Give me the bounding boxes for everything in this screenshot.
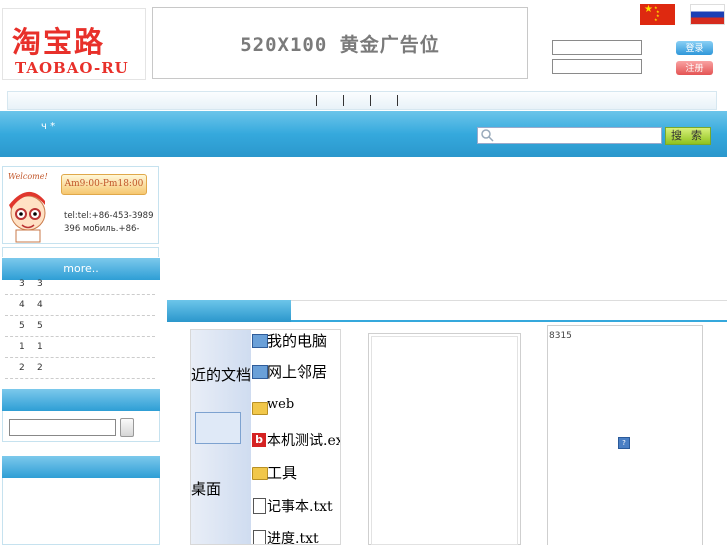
nav-separator: [343, 95, 344, 106]
computer-icon: [252, 334, 268, 348]
content-frame-right: [547, 325, 703, 545]
explorer-left-label: 桌面: [191, 480, 222, 498]
logo-english-text: TAOBAO-RU: [15, 59, 129, 77]
explorer-item: web: [267, 397, 295, 412]
section-tab[interactable]: [167, 300, 291, 322]
list-item[interactable]: 33: [5, 273, 155, 295]
counter-text: 8315: [549, 331, 572, 341]
broken-image-icon: ?: [618, 437, 630, 449]
explorer-item: 本机测试.exe: [267, 433, 340, 449]
china-flag-icon[interactable]: ★ ★ ★ ★ ★: [640, 4, 675, 25]
folder-icon: [252, 402, 268, 415]
list-item[interactable]: 44: [5, 294, 155, 316]
main-nav-label[interactable]: ч *: [41, 121, 55, 132]
welcome-label: Welcome!: [8, 172, 48, 181]
username-input[interactable]: [552, 40, 642, 55]
russia-flag-icon[interactable]: [690, 4, 725, 25]
list-item[interactable]: 22: [5, 357, 155, 379]
text-file-icon: [253, 530, 266, 544]
sidebar-search-input[interactable]: [9, 419, 116, 436]
login-button[interactable]: 登录: [676, 41, 713, 55]
password-input[interactable]: [552, 59, 642, 74]
explorer-item: 进度.txt: [267, 531, 319, 545]
site-logo[interactable]: 淘宝路 TAOBAO-RU: [2, 8, 146, 80]
list-item[interactable]: 11: [5, 336, 155, 358]
section-header: [291, 300, 727, 321]
explorer-item: 网上邻居: [267, 363, 328, 381]
explorer-left-label: 近的文档: [191, 366, 252, 384]
nav-separator: [316, 95, 317, 106]
explorer-item: 记事本.txt: [267, 499, 333, 515]
logo-chinese-text: 淘宝路: [12, 25, 106, 59]
nav-separator: [370, 95, 371, 106]
folder-icon: [252, 467, 268, 480]
search-button[interactable]: 搜 索: [665, 127, 711, 145]
sidebar-section-header: [2, 389, 160, 411]
desktop-icon: [195, 412, 241, 444]
network-icon: [252, 365, 268, 379]
business-hours-badge: Am9:00-Pm18:00: [61, 174, 147, 195]
text-file-icon: [253, 498, 266, 514]
app-icon: b: [252, 433, 266, 447]
sidebar-section-header: [2, 456, 160, 478]
top-nav-bar: [7, 91, 717, 110]
content-frame-inner: [371, 336, 518, 545]
explorer-item: 工具: [267, 464, 298, 482]
nav-separator: [397, 95, 398, 106]
ad-banner[interactable]: 520X100 黄金广告位: [152, 7, 528, 79]
list-item[interactable]: 55: [5, 315, 155, 337]
ad-banner-text: 520X100 黄金广告位: [240, 33, 440, 56]
contact-info: tel:tel:+86-453-3989396 мобиль.+86-: [64, 211, 154, 234]
screenshot-image[interactable]: 近的文档 桌面 我的电脑 网上邻居 web b 本机测试.exe 工具 记事本.…: [190, 329, 341, 545]
sidebar-divider: [2, 247, 159, 257]
explorer-item: 我的电脑: [267, 332, 328, 350]
search-icon: [481, 129, 494, 142]
sidebar-search-button[interactable]: [120, 418, 134, 437]
mascot-icon: [9, 191, 46, 243]
register-button[interactable]: 注册: [676, 61, 713, 75]
search-input[interactable]: [494, 128, 660, 143]
